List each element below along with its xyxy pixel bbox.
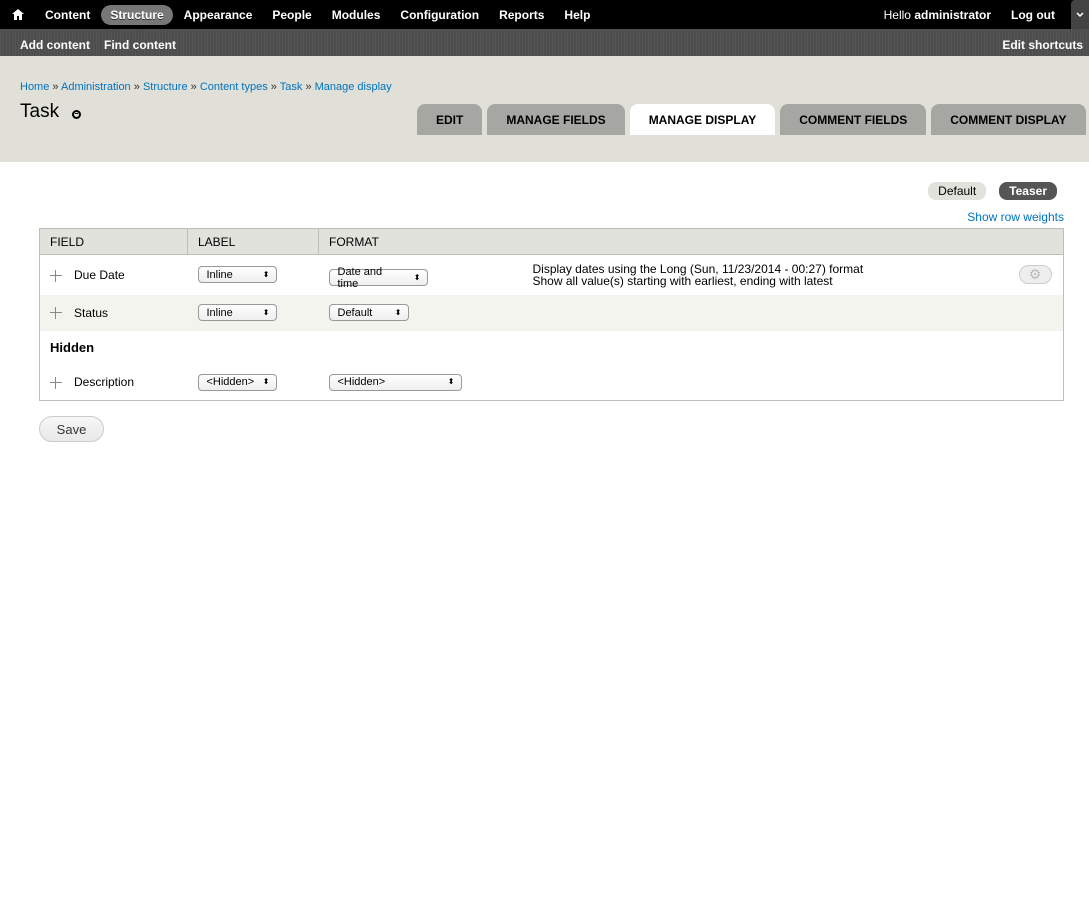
username[interactable]: administrator — [914, 8, 991, 22]
format-cell: <Hidden> ⬍ — [318, 364, 523, 401]
menu-appearance[interactable]: Appearance — [175, 5, 262, 25]
breadcrumb-separator: » — [190, 81, 197, 93]
page-header: Home » Administration » Structure » Cont… — [0, 56, 1089, 162]
menu-configuration[interactable]: Configuration — [391, 5, 488, 25]
drag-handle-icon[interactable] — [50, 307, 62, 320]
drag-handle-icon[interactable] — [50, 377, 62, 390]
empty-cell — [1018, 364, 1064, 401]
gear-icon[interactable]: ⚙ — [1018, 265, 1052, 285]
empty-cell — [522, 364, 1019, 401]
tab-edit[interactable]: Edit — [417, 104, 483, 135]
field-display-table: Field Label Format Due Date Inline ⬍ Date… — [39, 228, 1064, 401]
select-arrows-icon: ⬍ — [262, 377, 270, 387]
chevron-down-icon — [1076, 11, 1084, 17]
menu-help[interactable]: Help — [555, 5, 599, 25]
format-select-value: Default — [337, 306, 373, 319]
field-name: Due Date — [74, 267, 125, 282]
format-summary: Display dates using the Long (Sun, 11/23… — [522, 254, 1019, 295]
tab-manage-display[interactable]: Manage display — [629, 104, 776, 135]
tab-manage-fields[interactable]: Manage fields — [487, 104, 625, 135]
logout-link[interactable]: Log out — [1001, 8, 1065, 22]
field-name: Status — [74, 305, 109, 320]
field-name: Description — [74, 375, 135, 390]
column-header-label: Label — [187, 228, 319, 255]
secondary-tab-teaser[interactable]: Teaser — [999, 182, 1057, 200]
add-shortcut-icon[interactable] — [72, 109, 82, 119]
toolbar-drawer-toggle[interactable] — [1071, 0, 1089, 29]
format-select-value: <Hidden> — [337, 376, 386, 389]
label-select-value: Inline — [206, 306, 233, 319]
region-title: Hidden — [39, 330, 1064, 365]
greeting-text: Hello — [883, 7, 911, 22]
menu-structure[interactable]: Structure — [101, 4, 173, 25]
empty-cell — [1018, 294, 1064, 331]
breadcrumb-separator: » — [52, 81, 59, 93]
label-cell: Inline ⬍ — [187, 254, 319, 295]
user-greeting: Hello administrator — [874, 8, 1001, 22]
secondary-tab-default[interactable]: Default — [928, 182, 987, 200]
tab-comment-fields[interactable]: Comment fields — [780, 104, 927, 135]
tab-comment-display[interactable]: Comment display — [931, 104, 1086, 135]
format-summary-line: Display dates using the Long (Sun, 11/23… — [532, 261, 864, 276]
home-icon[interactable] — [0, 9, 36, 20]
menu-people[interactable]: People — [263, 5, 320, 25]
field-cell: Due Date — [39, 254, 188, 295]
table-row: Due Date Inline ⬍ Date and time ⬍ Display … — [39, 254, 1064, 295]
breadcrumb-separator: » — [305, 81, 312, 93]
format-select-value: Date and time — [337, 265, 383, 290]
breadcrumb-administration[interactable]: Administration — [61, 81, 131, 93]
label-select[interactable]: Inline ⬍ — [197, 304, 277, 321]
table-header-row: Field Label Format — [39, 228, 1064, 255]
shortcut-add-content[interactable]: Add content — [20, 38, 90, 52]
format-cell: Default ⬍ — [318, 294, 523, 331]
format-select[interactable]: <Hidden> ⬍ — [328, 373, 462, 391]
label-select[interactable]: Inline ⬍ — [197, 266, 277, 284]
format-select[interactable]: Date and time ⬍ — [328, 266, 428, 290]
settings-cell: ⚙ — [1018, 254, 1064, 295]
label-cell: <Hidden> ⬍ — [187, 364, 319, 401]
menu-modules[interactable]: Modules — [323, 5, 390, 25]
format-select[interactable]: Default ⬍ — [328, 304, 409, 321]
breadcrumb-separator: » — [133, 81, 140, 93]
breadcrumb-manage-display[interactable]: Manage display — [315, 81, 392, 93]
label-select-value: Inline — [206, 268, 233, 281]
admin-toolbar: Content Structure Appearance People Modu… — [0, 0, 1089, 29]
label-cell: Inline ⬍ — [187, 294, 319, 331]
breadcrumb-structure[interactable]: Structure — [143, 81, 188, 93]
label-select[interactable]: <Hidden> ⬍ — [197, 373, 277, 391]
table-row: Status Inline ⬍ Default ⬍ — [39, 294, 1064, 331]
table-row: Description <Hidden> ⬍ <Hidden> ⬍ — [39, 364, 1064, 401]
breadcrumb-separator: » — [270, 81, 277, 93]
field-cell: Description — [39, 364, 188, 401]
select-arrows-icon: ⬍ — [262, 307, 270, 317]
label-select-value: <Hidden> — [206, 376, 255, 389]
field-cell: Status — [39, 294, 188, 331]
select-arrows-icon: ⬍ — [262, 269, 270, 279]
select-arrows-icon: ⬍ — [413, 272, 421, 282]
edit-shortcuts-link[interactable]: Edit shortcuts — [1002, 38, 1083, 52]
breadcrumb-task[interactable]: Task — [280, 81, 303, 93]
select-arrows-icon: ⬍ — [394, 307, 402, 317]
menu-content[interactable]: Content — [36, 5, 99, 25]
breadcrumb-content-types[interactable]: Content types — [200, 81, 268, 93]
primary-tabs: Edit Manage fields Manage display Commen… — [417, 104, 1086, 135]
page-title: Task — [20, 101, 82, 123]
save-button[interactable]: Save — [39, 416, 104, 442]
shortcut-find-content[interactable]: Find content — [104, 38, 176, 52]
select-arrows-icon: ⬍ — [447, 377, 455, 387]
page-title-text: Task — [20, 101, 60, 122]
format-cell: Date and time ⬍ — [318, 254, 523, 295]
secondary-tabs: Default Teaser — [928, 182, 1057, 200]
menu-reports[interactable]: Reports — [490, 5, 553, 25]
column-header-field: Field — [39, 228, 188, 255]
format-summary-line: Show all value(s) starting with earliest… — [532, 273, 833, 288]
show-row-weights-link[interactable]: Show row weights — [967, 210, 1064, 224]
region-row-hidden: Hidden — [39, 330, 1064, 365]
breadcrumb-home[interactable]: Home — [20, 81, 49, 93]
empty-cell — [522, 294, 1019, 331]
drag-handle-icon[interactable] — [50, 269, 62, 282]
column-header-format: Format — [318, 228, 1064, 255]
toolbar-user: Hello administrator Log out — [874, 0, 1089, 29]
breadcrumb: Home » Administration » Structure » Cont… — [20, 81, 392, 93]
